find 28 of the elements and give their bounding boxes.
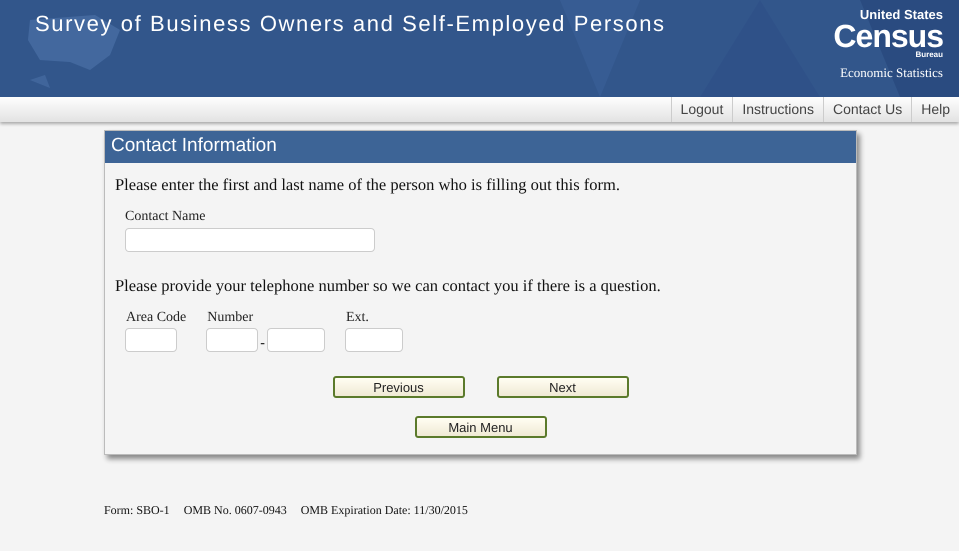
nav-link[interactable]: Help	[911, 97, 959, 122]
nav-button[interactable]: Next	[496, 376, 628, 398]
phone-field[interactable]	[344, 328, 403, 352]
phone-field[interactable]	[206, 328, 258, 352]
footer-text: OMB Expiration Date: 11/30/2015	[300, 503, 468, 518]
phone-field[interactable]	[266, 328, 325, 352]
nav-link[interactable]: Logout	[670, 97, 732, 122]
separator-text: -	[260, 336, 265, 352]
footer-text: Form: SBO-1	[104, 503, 170, 518]
field-label: Number	[207, 310, 254, 326]
logo-text: United States	[860, 8, 943, 22]
footer-text: OMB No. 0607-0943	[184, 503, 287, 518]
logo-subtitle: Economic Statistics	[840, 65, 943, 81]
nav-link[interactable]: Instructions	[732, 97, 823, 122]
field-label: Ext.	[346, 310, 370, 326]
panel-title: Contact Information	[105, 131, 856, 163]
nav-button[interactable]: Previous	[332, 376, 464, 398]
instruction-text: Please enter the first and last name of the person who is filling out this form.	[115, 175, 621, 195]
field-label: Contact Name	[125, 209, 206, 225]
survey-title: Survey of Business Owners and Self-Employed Persons	[35, 11, 666, 37]
nav-link[interactable]: Contact Us	[822, 97, 912, 122]
logo-text: Bureau	[915, 50, 943, 59]
phone-field[interactable]	[125, 328, 177, 352]
contact-name-field[interactable]	[125, 228, 375, 252]
field-label: Area Code	[126, 310, 186, 326]
main-menu-button[interactable]: Main Menu	[414, 416, 546, 438]
logo-text: Census	[833, 22, 943, 50]
instruction-text: Please provide your telephone number so we can contact you if there is a question.	[115, 276, 662, 296]
